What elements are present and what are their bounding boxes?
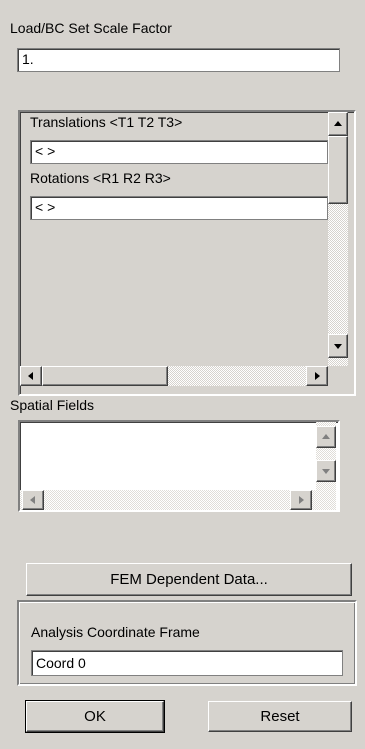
arrow-left-icon (30, 496, 35, 504)
vscroll-up-button[interactable] (328, 112, 348, 136)
arrow-down-icon (322, 469, 330, 474)
spatial-hscroll-track[interactable] (20, 490, 336, 510)
spatial-hscroll-right-button[interactable] (290, 490, 312, 510)
analysis-frame-input[interactable]: Coord 0 (31, 650, 343, 676)
spatial-vscroll-up-button[interactable] (316, 426, 336, 448)
rotations-label: Rotations <R1 R2 R3> (30, 170, 171, 186)
spatial-vscroll-down-button[interactable] (316, 460, 336, 482)
reset-button[interactable]: Reset (208, 701, 352, 732)
hscroll-right-button[interactable] (306, 366, 328, 386)
vscroll-thumb[interactable] (328, 136, 348, 204)
analysis-frame-group: Analysis Coordinate Frame Coord 0 (17, 600, 357, 686)
scale-factor-input[interactable]: 1. (17, 48, 340, 72)
scale-factor-label: Load/BC Set Scale Factor (10, 20, 172, 36)
fem-dependent-data-button[interactable]: FEM Dependent Data... (26, 563, 352, 596)
arrow-left-icon (28, 372, 33, 380)
arrow-up-icon (334, 121, 342, 126)
vscroll-down-button[interactable] (328, 334, 348, 358)
spatial-fields-label: Spatial Fields (10, 397, 95, 413)
arrow-right-icon (315, 372, 320, 380)
spatial-hscroll-left-button[interactable] (22, 490, 44, 510)
translations-label: Translations <T1 T2 T3> (30, 114, 183, 130)
hscroll-thumb[interactable] (42, 366, 168, 386)
arrow-up-icon (322, 434, 330, 439)
analysis-frame-label: Analysis Coordinate Frame (31, 624, 200, 640)
translations-input[interactable]: < > (30, 140, 328, 164)
hscroll-left-button[interactable] (20, 366, 42, 386)
ok-button[interactable]: OK (25, 700, 165, 733)
arrow-down-icon (334, 344, 342, 349)
vector-panel: Translations <T1 T2 T3> < > Rotations <R… (18, 110, 356, 396)
arrow-right-icon (299, 496, 304, 504)
spatial-fields-list[interactable] (18, 420, 340, 512)
rotations-input[interactable]: < > (30, 196, 328, 220)
